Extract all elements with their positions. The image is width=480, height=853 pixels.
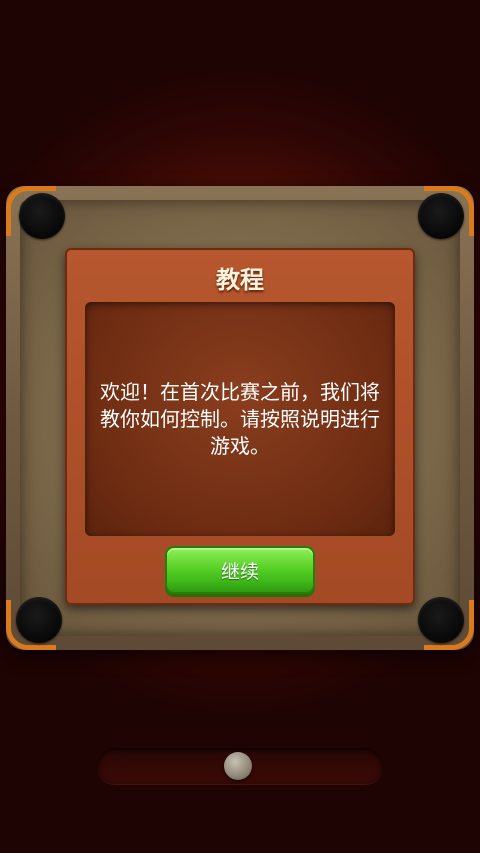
- striker-slider-track[interactable]: [97, 748, 383, 784]
- pocket-bottom-left: [16, 597, 62, 643]
- pocket-top-right: [418, 193, 464, 239]
- tutorial-dialog: 教程 欢迎！在首次比赛之前，我们将教你如何控制。请按照说明进行游戏。 继续: [65, 248, 415, 605]
- continue-button[interactable]: 继续: [165, 546, 315, 594]
- dialog-message: 欢迎！在首次比赛之前，我们将教你如何控制。请按照说明进行游戏。: [100, 379, 380, 458]
- dialog-title: 教程: [216, 266, 264, 294]
- pocket-bottom-right: [418, 597, 464, 643]
- striker-slider-knob[interactable]: [224, 752, 252, 780]
- dialog-message-panel: 欢迎！在首次比赛之前，我们将教你如何控制。请按照说明进行游戏。: [85, 302, 395, 536]
- pocket-top-left: [19, 193, 65, 239]
